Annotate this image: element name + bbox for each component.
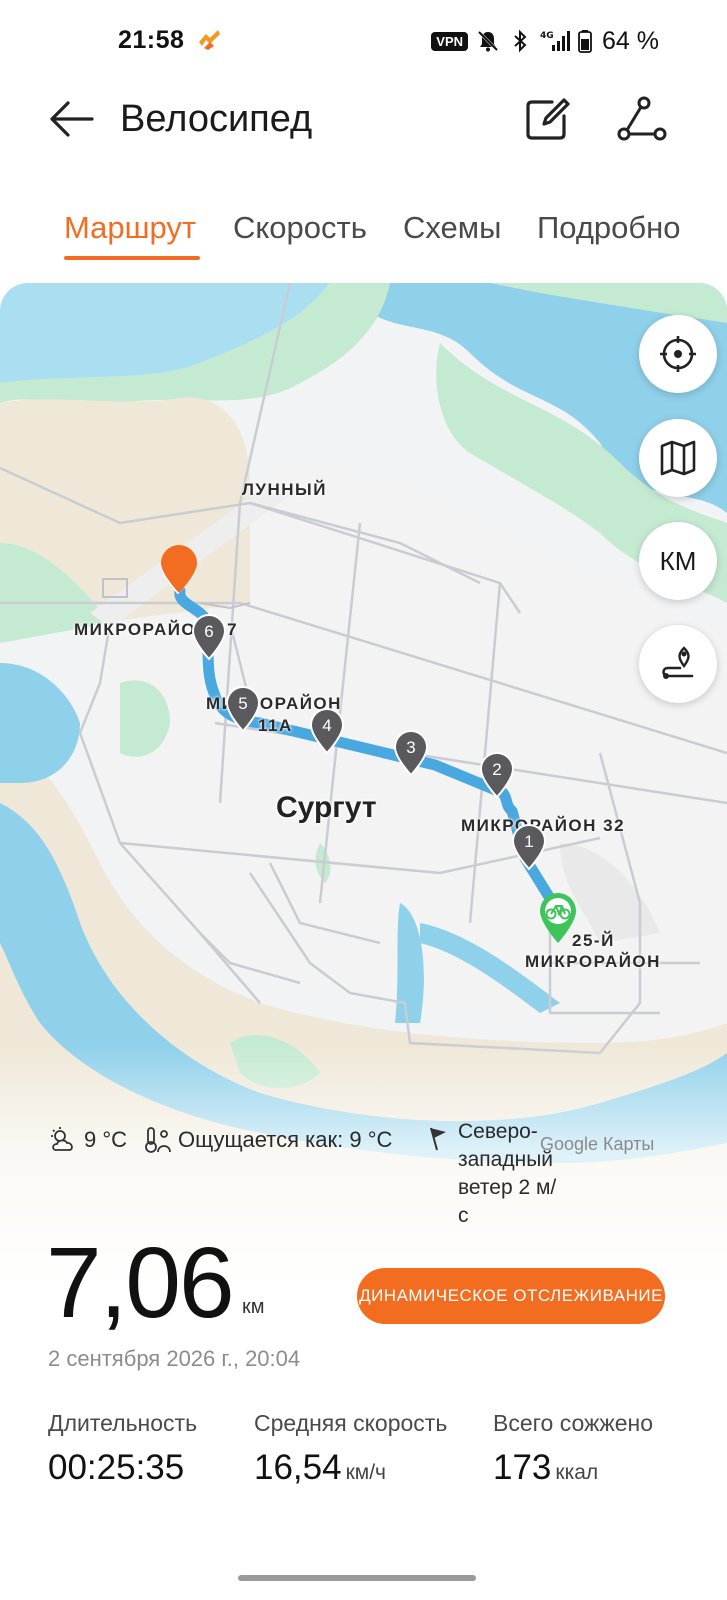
calories-number: 173 — [493, 1448, 552, 1487]
tab-speed[interactable]: Скорость — [233, 210, 367, 246]
km-marker-label: 1 — [524, 832, 533, 851]
distance-unit: км — [242, 1296, 265, 1318]
route-map[interactable]: ЛУННЫЙ МИКРОРАЙОН 37 МИКРОРАЙОН 11А МИКР… — [0, 283, 727, 1283]
km-marker-1[interactable]: 1 — [510, 823, 548, 871]
active-tab-indicator — [64, 256, 200, 260]
back-button[interactable] — [44, 96, 96, 142]
km-marker-2[interactable]: 2 — [478, 751, 516, 799]
status-time: 21:58 — [118, 26, 185, 54]
locate-icon — [660, 336, 696, 372]
edit-icon — [526, 98, 570, 140]
km-marker-label: 2 — [492, 760, 501, 779]
km-marker-label: 5 — [238, 694, 247, 713]
tab-bar: Маршрут Скорость Схемы Подробно — [0, 200, 727, 264]
avg-speed-value: 16,54 км/ч — [254, 1448, 386, 1488]
vpn-badge: VPN — [431, 31, 469, 51]
map-label-mkr25-line2: МИКРОРАЙОН — [525, 952, 661, 971]
battery-icon — [578, 30, 592, 53]
tab-details[interactable]: Подробно — [537, 210, 681, 246]
battery-level: 64 % — [602, 26, 659, 55]
back-arrow-icon — [50, 101, 94, 137]
share-route-icon — [617, 96, 667, 141]
duration-number: 00:25:35 — [48, 1448, 185, 1487]
tab-charts[interactable]: Схемы — [403, 210, 501, 246]
map-layers-button[interactable] — [639, 419, 717, 497]
locate-button[interactable] — [639, 315, 717, 393]
km-marker-5[interactable]: 5 — [224, 685, 262, 733]
units-button[interactable]: КМ — [639, 522, 717, 600]
bluetooth-icon — [514, 29, 527, 53]
km-marker-label: 6 — [204, 622, 213, 641]
signal-4g-icon: 4G — [540, 31, 571, 51]
partly-cloudy-icon — [51, 1127, 73, 1151]
notification-app-icon — [199, 30, 220, 50]
svg-text:4G: 4G — [540, 31, 554, 41]
start-marker[interactable] — [537, 891, 579, 945]
calories-unit: ккал — [555, 1461, 599, 1484]
share-route-button[interactable] — [616, 94, 668, 144]
temperature-value: 9 °C — [84, 1127, 128, 1152]
page-title: Велосипед — [120, 98, 313, 140]
map-label-mkr11a-line2: 11А — [258, 716, 293, 735]
map-label-city: Сургут — [276, 791, 377, 824]
tab-route[interactable]: Маршрут — [64, 210, 196, 246]
app-header: Велосипед — [0, 80, 727, 160]
calories-value: 173 ккал — [493, 1448, 598, 1488]
feels-like-value: Ощущается как: 9 °C — [178, 1127, 393, 1152]
map-attribution: Google Карты — [540, 1134, 655, 1154]
duration-label: Длительность — [48, 1410, 198, 1436]
weather-feels-like: Ощущается как: 9 °C — [142, 1126, 392, 1154]
km-marker-4[interactable]: 4 — [308, 707, 346, 755]
duration-value: 00:25:35 — [48, 1448, 184, 1488]
calories-label: Всего сожжено — [493, 1410, 654, 1436]
mute-icon — [477, 30, 499, 52]
home-indicator[interactable] — [238, 1575, 476, 1581]
map-layers-icon — [660, 440, 696, 476]
live-tracking-button[interactable]: ДИНАМИЧЕСКОЕ ОТСЛЕЖИВАНИЕ — [357, 1268, 665, 1324]
thermometer-person-icon — [145, 1127, 171, 1153]
avg-speed-label: Средняя скорость — [254, 1410, 448, 1436]
km-marker-3[interactable]: 3 — [392, 729, 430, 777]
weather-temperature: 9 °C — [48, 1126, 127, 1154]
units-label: КМ — [659, 545, 697, 576]
route-icon — [662, 646, 694, 679]
route-button[interactable] — [639, 625, 717, 703]
map-label-lunny: ЛУННЫЙ — [242, 480, 327, 499]
edit-button[interactable] — [522, 94, 572, 144]
wind-flag-icon — [430, 1127, 446, 1151]
distance-value: 7,06 — [46, 1227, 235, 1339]
km-marker-label: 4 — [322, 716, 331, 735]
workout-date: 2 сентября 2026 г., 20:04 — [48, 1346, 301, 1371]
avg-speed-unit: км/ч — [345, 1461, 386, 1484]
km-marker-label: 3 — [406, 738, 415, 757]
status-bar: 21:58 VPN 4G 64 % — [0, 0, 727, 80]
finish-marker[interactable] — [158, 543, 200, 595]
km-marker-6[interactable]: 6 — [190, 613, 228, 661]
avg-speed-number: 16,54 — [254, 1448, 342, 1487]
